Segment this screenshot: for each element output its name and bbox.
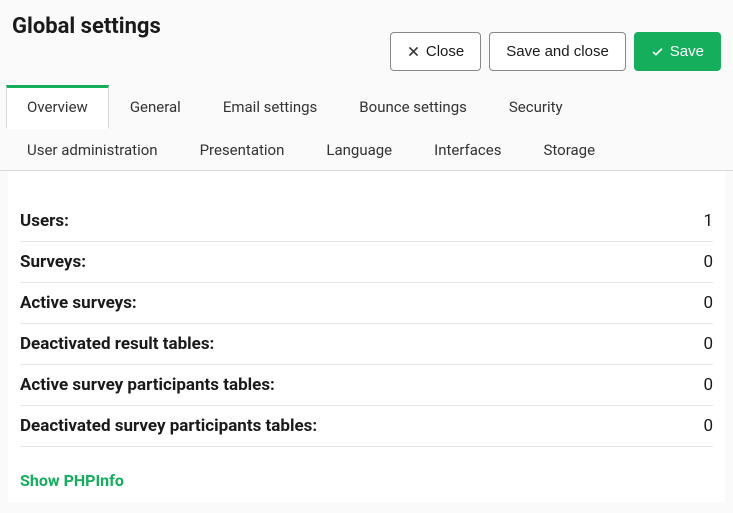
stat-value: 0 [703, 252, 713, 272]
stat-row-deactivated-result-tables: Deactivated result tables: 0 [20, 324, 713, 365]
close-button[interactable]: Close [390, 32, 481, 71]
show-phpinfo-link[interactable]: Show PHPInfo [20, 471, 124, 490]
tab-interfaces[interactable]: Interfaces [413, 128, 522, 171]
stat-label: Deactivated result tables: [20, 334, 214, 354]
stat-value: 1 [703, 211, 713, 231]
stat-label: Surveys: [20, 252, 86, 272]
tab-general[interactable]: General [109, 85, 202, 129]
save-and-close-button[interactable]: Save and close [489, 32, 626, 71]
close-button-label: Close [426, 43, 464, 60]
tab-storage[interactable]: Storage [522, 128, 616, 171]
stat-value: 0 [703, 293, 713, 313]
tab-security[interactable]: Security [488, 85, 584, 129]
tab-email-settings[interactable]: Email settings [202, 85, 338, 129]
stat-label: Active surveys: [20, 293, 137, 313]
stat-label: Deactivated survey participants tables: [20, 416, 317, 436]
stat-row-surveys: Surveys: 0 [20, 242, 713, 283]
stat-row-active-participants-tables: Active survey participants tables: 0 [20, 365, 713, 406]
stat-label: Users: [20, 211, 69, 231]
tab-user-administration[interactable]: User administration [6, 128, 179, 171]
stat-value: 0 [703, 375, 713, 395]
stat-row-users: Users: 1 [20, 201, 713, 242]
save-and-close-label: Save and close [506, 43, 609, 60]
close-icon [407, 45, 420, 58]
stat-row-active-surveys: Active surveys: 0 [20, 283, 713, 324]
overview-panel: Users: 1 Surveys: 0 Active surveys: 0 De… [8, 171, 725, 502]
tab-presentation[interactable]: Presentation [179, 128, 306, 171]
tab-overview[interactable]: Overview [6, 85, 109, 129]
tab-bounce-settings[interactable]: Bounce settings [338, 85, 488, 129]
stat-label: Active survey participants tables: [20, 375, 275, 395]
tab-language[interactable]: Language [305, 128, 413, 171]
page-title: Global settings [12, 14, 161, 39]
check-icon [651, 45, 664, 58]
save-button-label: Save [670, 43, 704, 60]
tabs: Overview General Email settings Bounce s… [0, 85, 733, 171]
stat-value: 0 [703, 334, 713, 354]
save-button[interactable]: Save [634, 32, 721, 71]
action-bar: Close Save and close Save [390, 32, 721, 71]
stat-row-deactivated-participants-tables: Deactivated survey participants tables: … [20, 406, 713, 447]
stat-value: 0 [703, 416, 713, 436]
